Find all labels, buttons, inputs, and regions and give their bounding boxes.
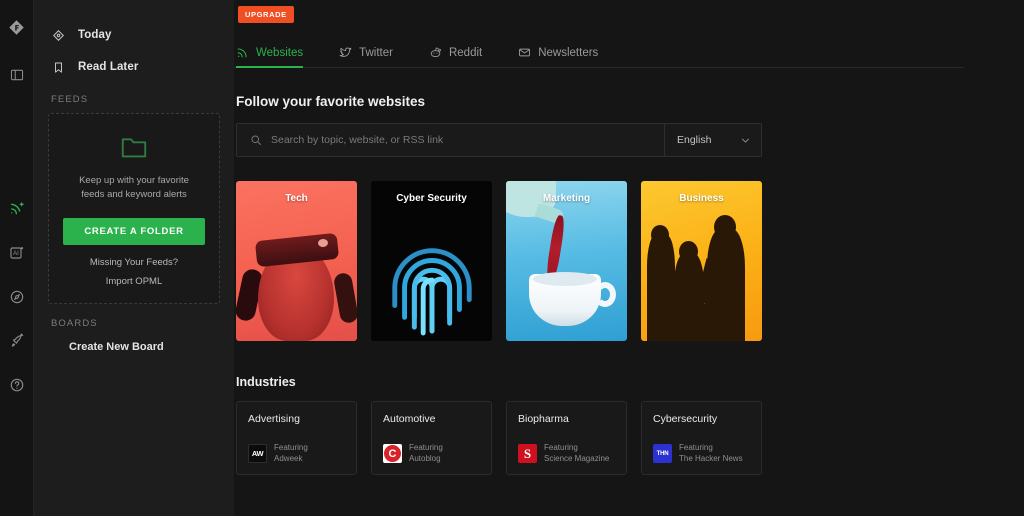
featuring-source: Adweek — [274, 453, 303, 463]
industry-card-biopharma[interactable]: Biopharma S Featuring Science Magazine — [506, 401, 627, 475]
marketing-card-artwork — [506, 181, 627, 341]
cyber-security-card-artwork — [371, 181, 492, 341]
search-input[interactable] — [271, 134, 664, 146]
reddit-alien-icon — [429, 46, 442, 59]
category-card-title: Tech — [285, 193, 308, 204]
autoblog-logo-icon: C — [383, 444, 402, 464]
industry-featuring: AW Featuring Adweek — [248, 443, 346, 465]
tab-twitter[interactable]: Twitter — [339, 46, 393, 68]
sidebar-item-label: Read Later — [78, 61, 139, 73]
source-type-tabs: Websites Twitter Reddit Newsletters — [234, 32, 964, 68]
feeds-empty-card: Keep up with your favorite feeds and key… — [48, 113, 220, 304]
tech-card-artwork — [236, 181, 357, 341]
tab-label: Newsletters — [538, 46, 599, 59]
category-card-business[interactable]: Business — [641, 181, 762, 341]
industry-name: Cybersecurity — [653, 413, 718, 425]
discover-panel: Websites Twitter Reddit Newsletters Foll… — [234, 32, 1024, 475]
sidebar-item-today[interactable]: Today — [48, 22, 220, 48]
featuring-label: Featuring — [274, 443, 308, 452]
industry-card-cybersecurity[interactable]: Cybersecurity THN Featuring The Hacker N… — [641, 401, 762, 475]
featuring-source: Autoblog — [409, 453, 441, 463]
feeds-section-title: FEEDS — [51, 94, 89, 105]
industry-name: Automotive — [383, 413, 436, 425]
chevron-down-icon — [740, 135, 751, 146]
rss-plus-icon[interactable] — [0, 192, 34, 226]
category-card-grid: Tech Cyber Security Marketing Business — [236, 181, 964, 341]
tab-reddit[interactable]: Reddit — [429, 46, 482, 68]
page-title: Follow your favorite websites — [236, 94, 426, 109]
featuring-label: Featuring — [544, 443, 578, 452]
featuring-label: Featuring — [409, 443, 443, 452]
category-card-tech[interactable]: Tech — [236, 181, 357, 341]
icon-rail: AI — [0, 0, 34, 516]
main-content: UPGRADE Websites Twitter Reddit Newslett… — [234, 0, 1024, 516]
bookmark-icon — [51, 60, 66, 75]
search-row: English — [236, 123, 762, 157]
ai-box-icon[interactable]: AI — [0, 236, 34, 270]
feeds-empty-message: Keep up with your favorite feeds and key… — [79, 175, 189, 200]
industry-name: Advertising — [248, 413, 300, 425]
language-value: English — [677, 134, 712, 146]
industry-featuring: C Featuring Autoblog — [383, 443, 481, 465]
rocket-icon[interactable] — [0, 324, 34, 358]
upgrade-button[interactable]: UPGRADE — [238, 6, 294, 23]
category-card-cyber-security[interactable]: Cyber Security — [371, 181, 492, 341]
gem-icon — [51, 28, 66, 43]
sidebar: Today Read Later FEEDS Keep up with your… — [34, 0, 234, 516]
science-magazine-logo-icon: S — [518, 444, 537, 464]
tab-label: Websites — [256, 46, 304, 59]
featuring-source: Science Magazine — [544, 453, 610, 463]
tab-newsletters[interactable]: Newsletters — [518, 46, 598, 68]
industry-name: Biopharma — [518, 413, 569, 425]
featuring-source: The Hacker News — [679, 453, 743, 463]
svg-text:AI: AI — [13, 251, 19, 257]
feedly-logo-icon[interactable] — [0, 10, 34, 44]
missing-feeds-link[interactable]: Missing Your Feeds? — [63, 257, 205, 268]
hacker-news-logo-icon: THN — [653, 444, 672, 464]
industry-featuring-text: Featuring Adweek — [274, 443, 308, 465]
industry-card-advertising[interactable]: Advertising AW Featuring Adweek — [236, 401, 357, 475]
compass-icon[interactable] — [0, 280, 34, 314]
industry-featuring-text: Featuring Science Magazine — [544, 443, 609, 465]
industry-featuring-text: Featuring Autoblog — [409, 443, 443, 465]
topbar: UPGRADE — [234, 0, 1024, 32]
create-folder-button[interactable]: CREATE A FOLDER — [63, 217, 205, 245]
search-icon — [250, 134, 262, 146]
industry-featuring: S Featuring Science Magazine — [518, 443, 616, 465]
industry-featuring: THN Featuring The Hacker News — [653, 443, 751, 465]
create-new-board-item[interactable]: Create New Board — [48, 337, 220, 357]
language-select[interactable]: English — [664, 124, 761, 156]
search-box[interactable] — [237, 124, 664, 156]
business-card-artwork — [641, 181, 762, 341]
panel-toggle-icon[interactable] — [0, 58, 34, 92]
industry-card-automotive[interactable]: Automotive C Featuring Autoblog — [371, 401, 492, 475]
boards-section-title: BOARDS — [51, 317, 98, 329]
tab-websites[interactable]: Websites — [236, 46, 304, 68]
industries-heading: Industries — [236, 375, 296, 389]
adweek-logo-icon: AW — [248, 444, 267, 464]
feedly-app: AI Today Read Later FEEDS Keep up with y… — [0, 0, 1024, 516]
sidebar-item-read-later[interactable]: Read Later — [48, 54, 220, 80]
folder-outline-icon — [63, 134, 205, 160]
featuring-label: Featuring — [679, 443, 713, 452]
category-card-title: Business — [679, 193, 724, 204]
category-card-title: Cyber Security — [396, 193, 467, 204]
industry-featuring-text: Featuring The Hacker News — [679, 443, 743, 465]
import-opml-link[interactable]: Import OPML — [63, 276, 205, 287]
question-circle-icon[interactable] — [0, 368, 34, 402]
rss-icon — [236, 46, 249, 59]
tab-label: Reddit — [448, 46, 483, 59]
industries-grid: Advertising AW Featuring Adweek Automoti… — [236, 401, 964, 475]
sidebar-item-label: Today — [78, 29, 112, 41]
category-card-marketing[interactable]: Marketing — [506, 181, 627, 341]
tab-label: Twitter — [359, 46, 393, 59]
envelope-icon — [518, 46, 531, 59]
category-card-title: Marketing — [542, 193, 591, 204]
twitter-bird-icon — [339, 46, 352, 59]
